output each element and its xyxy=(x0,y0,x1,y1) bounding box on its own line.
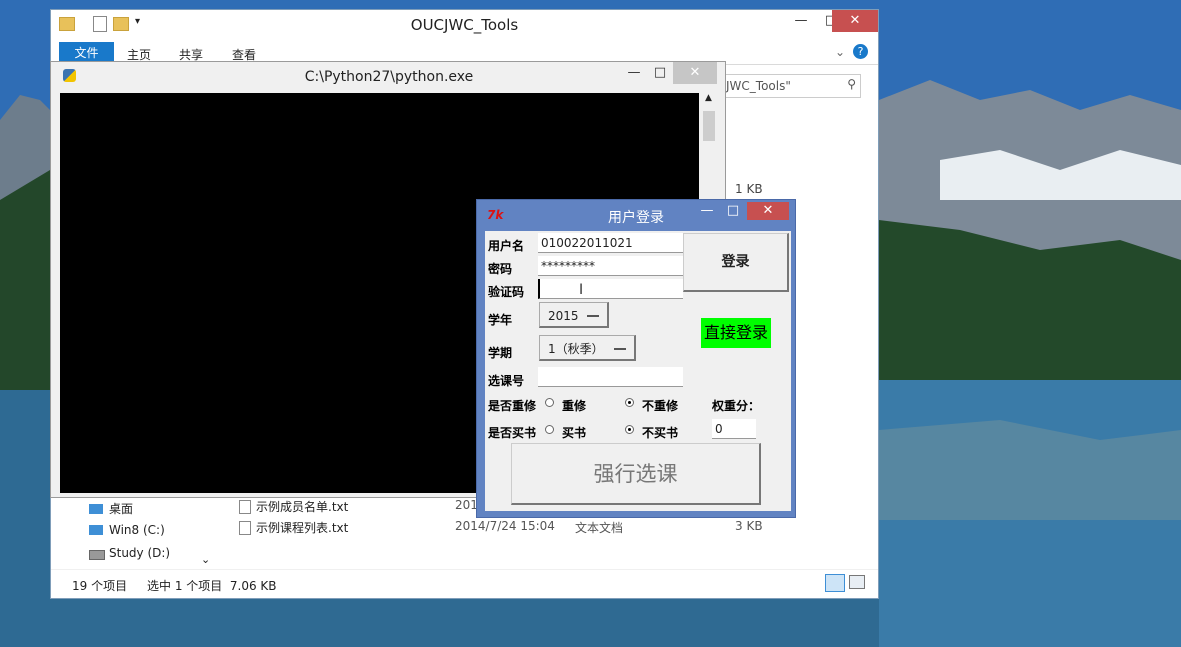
year-value: 2015 xyxy=(548,309,579,323)
buybook-no-label[interactable]: 不买书 xyxy=(642,424,678,441)
window-title: OUCJWC_Tools xyxy=(410,16,519,34)
help-icon[interactable]: ? xyxy=(853,44,868,59)
term-value: 1（秋季） xyxy=(548,342,604,356)
maximize-button[interactable]: □ xyxy=(718,200,748,222)
force-select-button[interactable]: 强行选课 xyxy=(511,443,761,505)
text-cursor-icon: I xyxy=(579,282,584,298)
username-label: 用户名 xyxy=(488,239,525,253)
buybook-no-radio[interactable] xyxy=(625,425,634,434)
nav-item-desktop[interactable]: 桌面 xyxy=(109,500,133,517)
password-label: 密码 xyxy=(488,262,513,276)
buybook-label: 是否买书 xyxy=(488,426,537,440)
status-item-count: 19 个项目 xyxy=(72,579,128,593)
dropdown-indicator-icon xyxy=(587,315,599,317)
retake-yes-label[interactable]: 重修 xyxy=(562,397,586,414)
login-titlebar[interactable]: 7k 用户登录 — □ ✕ xyxy=(477,200,795,230)
username-input[interactable]: 010022011021 xyxy=(538,233,683,253)
weight-label: 权重分： xyxy=(712,399,761,413)
dropdown-indicator-icon xyxy=(614,348,626,350)
course-label: 选课号 xyxy=(488,374,525,388)
course-input[interactable] xyxy=(538,367,683,387)
file-icon xyxy=(239,521,251,535)
retake-yes-radio[interactable] xyxy=(545,398,554,407)
search-text: JWC_Tools" xyxy=(726,79,791,93)
password-input[interactable]: ********* xyxy=(538,256,683,276)
year-select[interactable]: 2015 xyxy=(539,302,609,328)
file-size: 3 KB xyxy=(735,519,763,533)
close-button[interactable]: ✕ xyxy=(673,62,717,84)
status-selection: 选中 1 个项目 7.06 KB xyxy=(147,579,277,593)
login-button[interactable]: 登录 xyxy=(683,233,789,292)
maximize-button[interactable]: □ xyxy=(645,62,675,84)
search-icon: ⚲ xyxy=(847,77,856,91)
file-size: 1 KB xyxy=(735,182,763,196)
large-icons-view-icon[interactable] xyxy=(849,575,865,589)
retake-label: 是否重修 xyxy=(488,399,537,413)
captcha-label: 验证码 xyxy=(488,285,525,299)
status-bar: 19 个项目 选中 1 个项目 7.06 KB xyxy=(51,569,878,598)
explorer-titlebar[interactable]: ▾ OUCJWC_Tools — □ ✕ xyxy=(51,10,878,40)
file-date: 2014/7/24 15:04 xyxy=(455,519,555,533)
file-name[interactable]: 示例课程列表.txt xyxy=(256,519,348,536)
scroll-up-icon[interactable]: ▲ xyxy=(705,93,712,103)
file-name[interactable]: 示例成员名单.txt xyxy=(256,498,348,515)
retake-no-radio[interactable] xyxy=(625,398,634,407)
file-icon xyxy=(239,500,251,514)
retake-no-label[interactable]: 不重修 xyxy=(642,397,678,414)
nav-drive-d-icon xyxy=(89,550,105,560)
login-window: 7k 用户登录 — □ ✕ 用户名 010022011021 密码 ******… xyxy=(476,199,796,518)
close-button[interactable]: ✕ xyxy=(832,10,878,32)
file-type: 文本文档 xyxy=(575,521,624,535)
term-select[interactable]: 1（秋季） xyxy=(539,335,636,361)
login-form: 用户名 010022011021 密码 ********* 验证码 I 登录 学… xyxy=(485,231,791,511)
nav-drive-c-icon xyxy=(89,525,103,535)
nav-item-d[interactable]: Study (D:) xyxy=(109,546,170,560)
ribbon-expand-icon[interactable]: ⌄ xyxy=(835,45,845,59)
direct-login-button[interactable]: 直接登录 xyxy=(701,318,771,348)
captcha-input[interactable] xyxy=(538,279,683,299)
close-button[interactable]: ✕ xyxy=(747,202,789,220)
scroll-down-icon[interactable]: ⌄ xyxy=(201,553,210,566)
nav-desktop-icon xyxy=(89,504,103,514)
scrollbar-thumb[interactable] xyxy=(703,111,715,141)
weight-input[interactable]: 0 xyxy=(712,419,756,439)
file-date: 201 xyxy=(455,498,478,512)
buybook-yes-radio[interactable] xyxy=(545,425,554,434)
term-label: 学期 xyxy=(488,346,513,360)
search-input[interactable]: JWC_Tools" ⚲ xyxy=(723,74,861,98)
year-label: 学年 xyxy=(488,313,513,327)
buybook-yes-label[interactable]: 买书 xyxy=(562,424,586,441)
details-view-icon[interactable] xyxy=(825,574,845,592)
minimize-button[interactable]: — xyxy=(786,10,816,32)
nav-item-c[interactable]: Win8 (C:) xyxy=(109,523,165,537)
